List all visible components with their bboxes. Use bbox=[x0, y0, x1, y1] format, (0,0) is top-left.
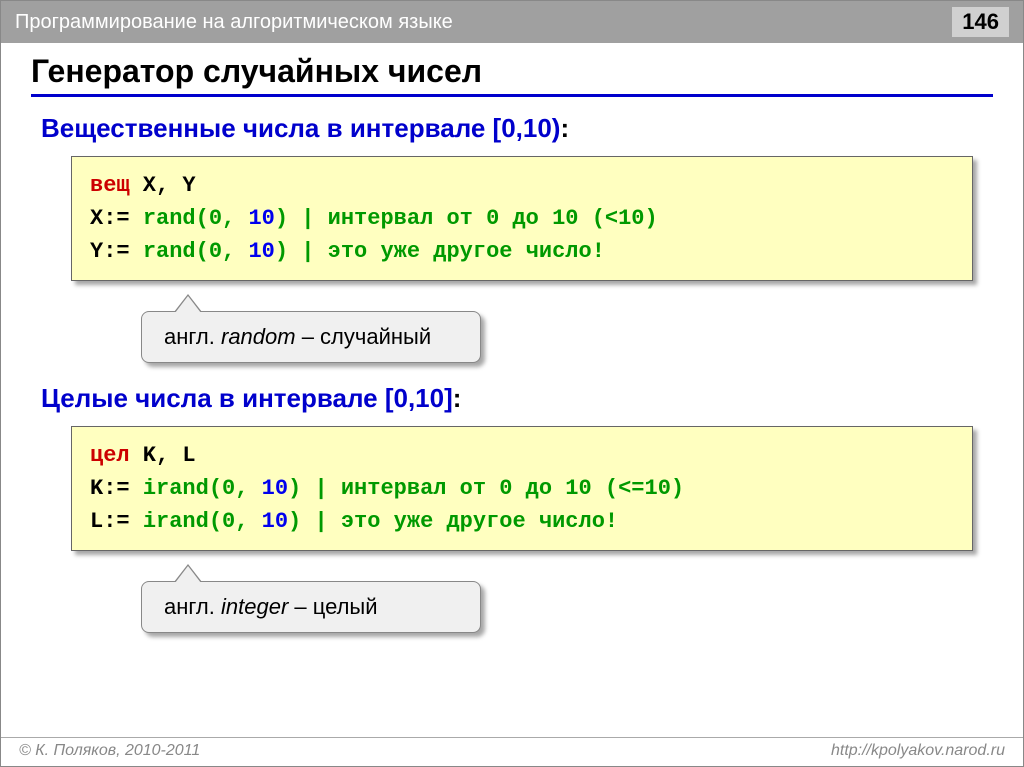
slide-content: Генератор случайных чисел Вещественные ч… bbox=[1, 43, 1023, 633]
website-url: http://kpolyakov.narod.ru bbox=[831, 742, 1005, 760]
page-number: 146 bbox=[952, 7, 1009, 37]
callout-integer: англ. integer – целый bbox=[141, 581, 481, 633]
slide-header: Программирование на алгоритмическом язык… bbox=[1, 1, 1023, 43]
type-keyword: цел bbox=[90, 443, 130, 468]
code-block-real: вещ X, Y X:= rand(0, 10) | интервал от 0… bbox=[71, 156, 973, 281]
course-title: Программирование на алгоритмическом язык… bbox=[15, 11, 453, 34]
type-keyword: вещ bbox=[90, 173, 130, 198]
page-title: Генератор случайных чисел bbox=[31, 53, 993, 97]
section-heading-int: Целые числа в интервале [0,10]: bbox=[41, 383, 993, 414]
section-heading-real: Вещественные числа в интервале [0,10): bbox=[41, 113, 993, 144]
code-block-int: цел K, L K:= irand(0, 10) | интервал от … bbox=[71, 426, 973, 551]
slide-footer: © К. Поляков, 2010-2011 http://kpolyakov… bbox=[1, 737, 1023, 766]
copyright: © К. Поляков, 2010-2011 bbox=[19, 742, 200, 760]
callout-random: англ. random – случайный bbox=[141, 311, 481, 363]
